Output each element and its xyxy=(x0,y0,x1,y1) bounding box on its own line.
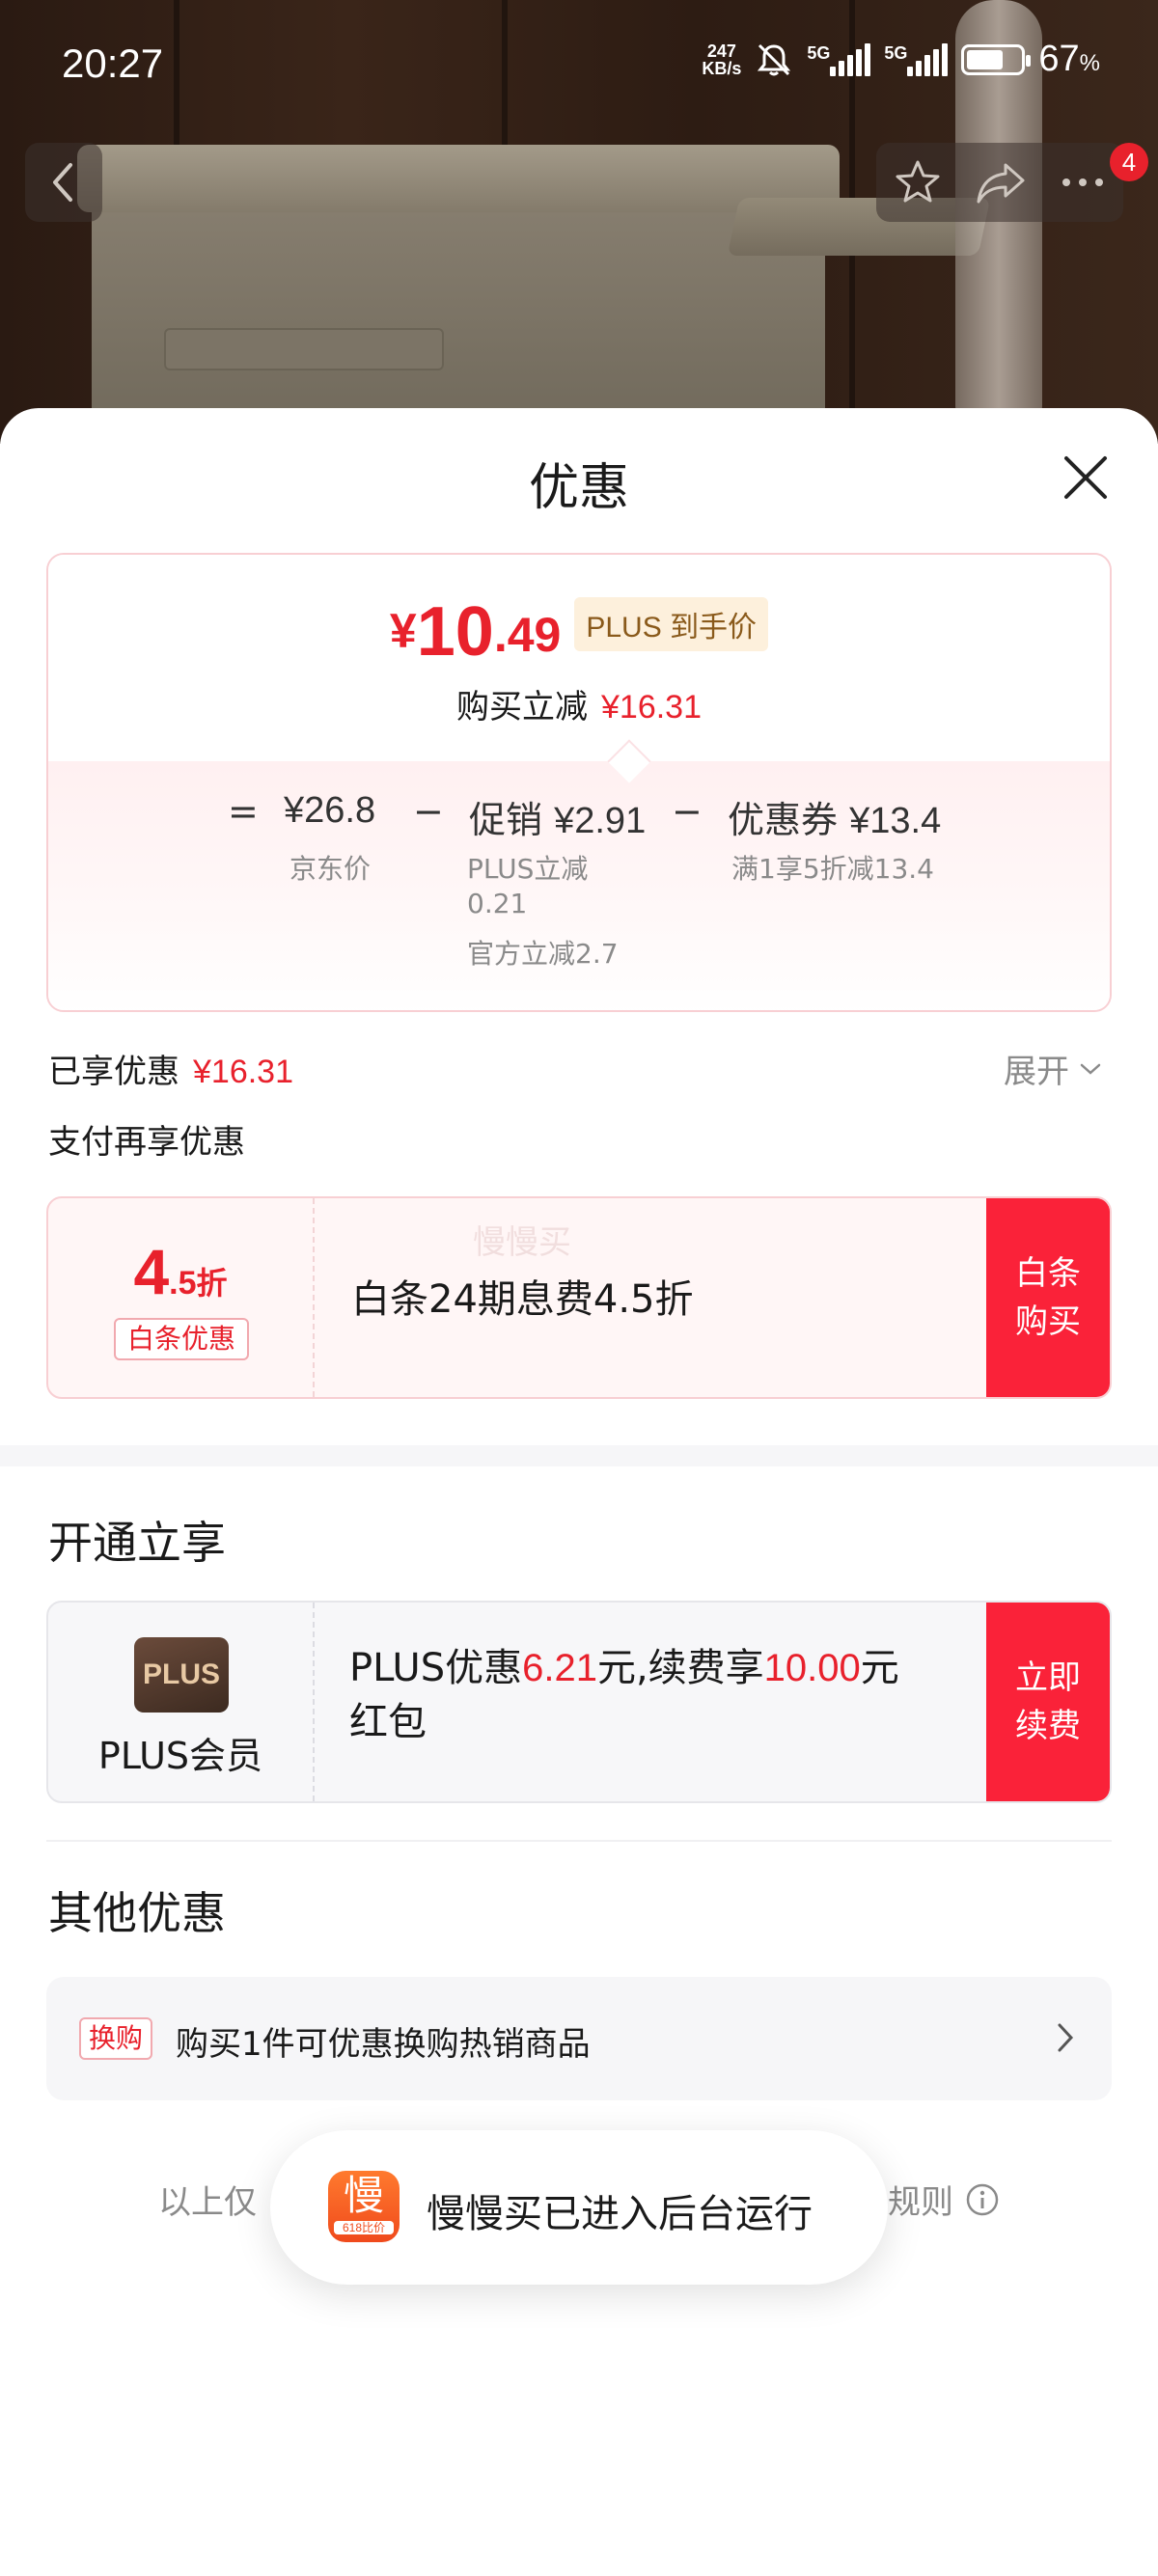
minus-sign: − xyxy=(672,790,703,833)
storage-box-handle xyxy=(164,328,444,370)
renew-now-button[interactable]: 立即 续费 xyxy=(986,1603,1110,1801)
promo-label: 促销 xyxy=(469,799,543,841)
network-speed-value: 247 xyxy=(706,41,736,61)
plus-offer-card[interactable]: PLUS PLUS会员 PLUS优惠6.21元,续费享10.00元 红包 立即 续费 xyxy=(46,1601,1112,1803)
footer-note: 以上仅 xyxy=(158,2183,257,2222)
trade-in-text: 购买1件可优惠换购热销商品 xyxy=(176,2025,591,2064)
mute-bell-icon xyxy=(758,43,791,75)
background-toast: 慢 618比价 慢慢买已进入后台运行 xyxy=(270,2130,888,2285)
instant-reduction: 购买立减 ¥16.31 xyxy=(48,680,1110,727)
battery-percentage: 67% xyxy=(1038,39,1100,79)
enjoyed-label: 已享优惠 xyxy=(48,1053,179,1091)
status-time: 20:27 xyxy=(62,41,164,86)
final-price: ¥ 10 .49 PLUS 到手价 xyxy=(48,597,1110,667)
trade-in-tag: 换购 xyxy=(79,2017,153,2060)
section-divider xyxy=(46,1840,1112,1842)
promo-detail-official: 官方立减2.7 xyxy=(467,938,619,970)
coupon-detail: 满1享5折减13.4 xyxy=(731,853,934,885)
signal-label: 5G xyxy=(884,42,908,63)
network-speed: 247 KB/s xyxy=(702,42,741,77)
plus-member-label: PLUS会员 xyxy=(97,1735,263,1777)
section-title-other: 其他优惠 xyxy=(48,1887,226,1939)
more-icon[interactable] xyxy=(1059,173,1107,192)
promo-detail-plus-amount: 0.21 xyxy=(467,888,528,919)
back-button[interactable] xyxy=(25,143,102,222)
network-speed-unit: KB/s xyxy=(702,58,742,78)
watermark: 慢慢买 xyxy=(473,1223,571,1262)
chevron-left-icon xyxy=(53,163,72,202)
toast-message: 慢慢买已进入后台运行 xyxy=(427,2192,813,2236)
reduction-value: ¥16.31 xyxy=(601,689,702,726)
price-formula: = ¥26.8 京东价 − 促销 ¥2.91 PLUS立减 0.21 官方立减2… xyxy=(48,761,1110,1010)
top-action-group xyxy=(876,143,1123,222)
status-indicators: 247 KB/s 5G 5G 67% xyxy=(702,39,1100,80)
signal-label: 5G xyxy=(807,42,831,63)
plus-member-panel: PLUS PLUS会员 xyxy=(48,1603,315,1801)
signal-strength-icon: 5G xyxy=(884,42,949,76)
baitiao-rate: 4.5折 xyxy=(133,1236,228,1307)
trade-in-row[interactable]: 换购 购买1件可优惠换购热销商品 xyxy=(46,1977,1112,2100)
section-title-open: 开通立享 xyxy=(48,1517,226,1569)
baitiao-rate-panel: 4.5折 白条优惠 xyxy=(48,1198,315,1397)
promo-line: 促销 ¥2.91 xyxy=(469,790,646,843)
price-integer: 10 xyxy=(416,593,494,671)
expand-label: 展开 xyxy=(1004,1053,1069,1091)
battery-icon xyxy=(961,43,1032,75)
rules-label: 规则 xyxy=(888,2183,953,2222)
close-icon[interactable] xyxy=(1057,449,1115,507)
baitiao-tag: 白条优惠 xyxy=(114,1318,250,1360)
baitiao-offer-card[interactable]: 4.5折 白条优惠 慢慢买 白条24期息费4.5折 白条 购买 xyxy=(46,1196,1112,1399)
equals-sign: = xyxy=(228,790,259,833)
enjoyed-value: ¥16.31 xyxy=(193,1054,293,1090)
jd-price-label: 京东价 xyxy=(290,853,372,885)
signal-strength-icon: 5G xyxy=(807,42,871,76)
app-logo-sub: 618比价 xyxy=(334,2221,394,2234)
sheet-title: 优惠 xyxy=(528,459,629,517)
app-logo: 慢 618比价 xyxy=(328,2171,400,2242)
enjoyed-discount: 已享优惠 ¥16.31 xyxy=(48,1045,293,1092)
expand-button[interactable]: 展开 xyxy=(1004,1045,1102,1092)
share-icon[interactable] xyxy=(975,157,1027,207)
currency-symbol: ¥ xyxy=(389,604,417,658)
info-icon xyxy=(966,2183,999,2215)
plus-logo: PLUS xyxy=(134,1637,229,1713)
minus-sign: − xyxy=(413,790,444,833)
coupon-value: ¥13.4 xyxy=(849,801,942,841)
coupon-label: 优惠券 xyxy=(728,799,839,841)
plus-price-tag: PLUS 到手价 xyxy=(574,597,769,651)
plus-offer-text: PLUS优惠6.21元,续费享10.00元 红包 xyxy=(349,1646,899,1744)
baitiao-offer-text: 白条24期息费4.5折 xyxy=(351,1277,694,1322)
price-summary: ¥ 10 .49 PLUS 到手价 购买立减 ¥16.31 xyxy=(48,555,1110,761)
baitiao-buy-button[interactable]: 白条 购买 xyxy=(986,1198,1110,1397)
promo-detail: PLUS立减 0.21 官方立减2.7 xyxy=(467,852,619,972)
rules-link[interactable]: 规则 xyxy=(888,2176,1000,2223)
promo-value: ¥2.91 xyxy=(554,801,647,841)
pay-more-title: 支付再享优惠 xyxy=(48,1123,245,1162)
battery-fill xyxy=(967,49,1003,69)
section-divider xyxy=(0,1445,1158,1466)
storage-box-lid xyxy=(77,145,840,212)
chevron-down-icon xyxy=(1080,1063,1101,1075)
price-breakdown-card: ¥ 10 .49 PLUS 到手价 购买立减 ¥16.31 = ¥26.8 京东价… xyxy=(46,553,1112,1012)
promo-detail-plus: PLUS立减 xyxy=(467,853,589,885)
coupon-line: 优惠券 ¥13.4 xyxy=(728,790,941,843)
app-logo-char: 慢 xyxy=(343,2172,384,2219)
notification-badge: 4 xyxy=(1110,143,1148,181)
reduction-label: 购买立减 xyxy=(456,688,588,726)
status-bar: 20:27 247 KB/s 5G 5G 67% xyxy=(0,0,1158,135)
chevron-right-icon xyxy=(1058,2023,1074,2052)
star-icon[interactable] xyxy=(893,157,943,207)
price-decimal: .49 xyxy=(493,608,562,662)
jd-price-value: ¥26.8 xyxy=(284,790,376,831)
